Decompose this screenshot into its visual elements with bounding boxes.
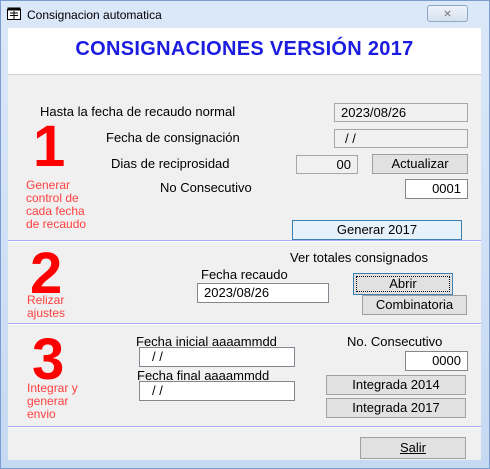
fecha-consignacion-field: / / <box>334 129 468 148</box>
generar-2017-button[interactable]: Generar 2017 <box>292 220 462 240</box>
section-divider-1 <box>8 240 481 242</box>
step-number-1: 1 <box>33 114 66 179</box>
section1-caption-line4: de recaudo <box>26 217 87 231</box>
fecha-inicial-input[interactable]: / / <box>139 347 295 367</box>
window-title: Consignacion automatica <box>27 8 162 22</box>
abrir-label: Abrir <box>356 276 450 292</box>
hasta-fecha-label: Hasta la fecha de recaudo normal <box>40 104 236 119</box>
no-consecutivo-label: No Consecutivo <box>160 180 252 195</box>
no-consecutivo3-input[interactable]: 0000 <box>405 351 468 371</box>
integrada-2014-button[interactable]: Integrada 2014 <box>326 375 466 395</box>
salir-label: Salir <box>399 440 426 455</box>
dias-reciprosidad-field: 00 <box>296 155 358 174</box>
combinatoria-button[interactable]: Combinatoria <box>362 295 467 315</box>
dias-reciprosidad-label: Dias de reciprosidad <box>111 156 230 171</box>
section1-caption: Generar control de cada fecha de recaudo <box>26 179 86 231</box>
section-divider-3 <box>8 426 481 428</box>
close-icon: ⨯ <box>442 8 453 20</box>
title-bar[interactable]: Consignacion automatica ⨯ <box>0 0 488 28</box>
hasta-fecha-field: 2023/08/26 <box>334 103 468 122</box>
section2-caption-line2: ajustes <box>27 306 66 320</box>
header-banner: CONSIGNACIONES VERSIÓN 2017 <box>8 28 481 75</box>
no-consecutivo3-label: No. Consecutivo <box>347 334 443 349</box>
integrada-2017-button[interactable]: Integrada 2017 <box>326 398 466 418</box>
abrir-button[interactable]: Abrir <box>353 273 453 295</box>
page-title: CONSIGNACIONES VERSIÓN 2017 <box>75 38 414 60</box>
no-consecutivo-input[interactable]: 0001 <box>405 179 468 199</box>
section3-caption-line3: envio <box>27 407 56 421</box>
section3-caption: Integrar y generar envio <box>27 382 78 421</box>
close-button[interactable]: ⨯ <box>427 5 468 22</box>
actualizar-button[interactable]: Actualizar <box>372 154 468 174</box>
app-icon <box>7 7 21 20</box>
fecha-final-input[interactable]: / / <box>139 381 295 401</box>
fecha-recaudo-input[interactable]: 2023/08/26 <box>197 283 329 303</box>
salir-button[interactable]: Salir <box>360 437 466 459</box>
fecha-recaudo-label: Fecha recaudo <box>201 267 288 282</box>
ver-totales-label: Ver totales consignados <box>290 250 429 265</box>
section-divider-2 <box>8 323 481 325</box>
section2-caption: Relizar ajustes <box>27 294 65 320</box>
fecha-consignacion-label: Fecha de consignación <box>106 130 240 145</box>
